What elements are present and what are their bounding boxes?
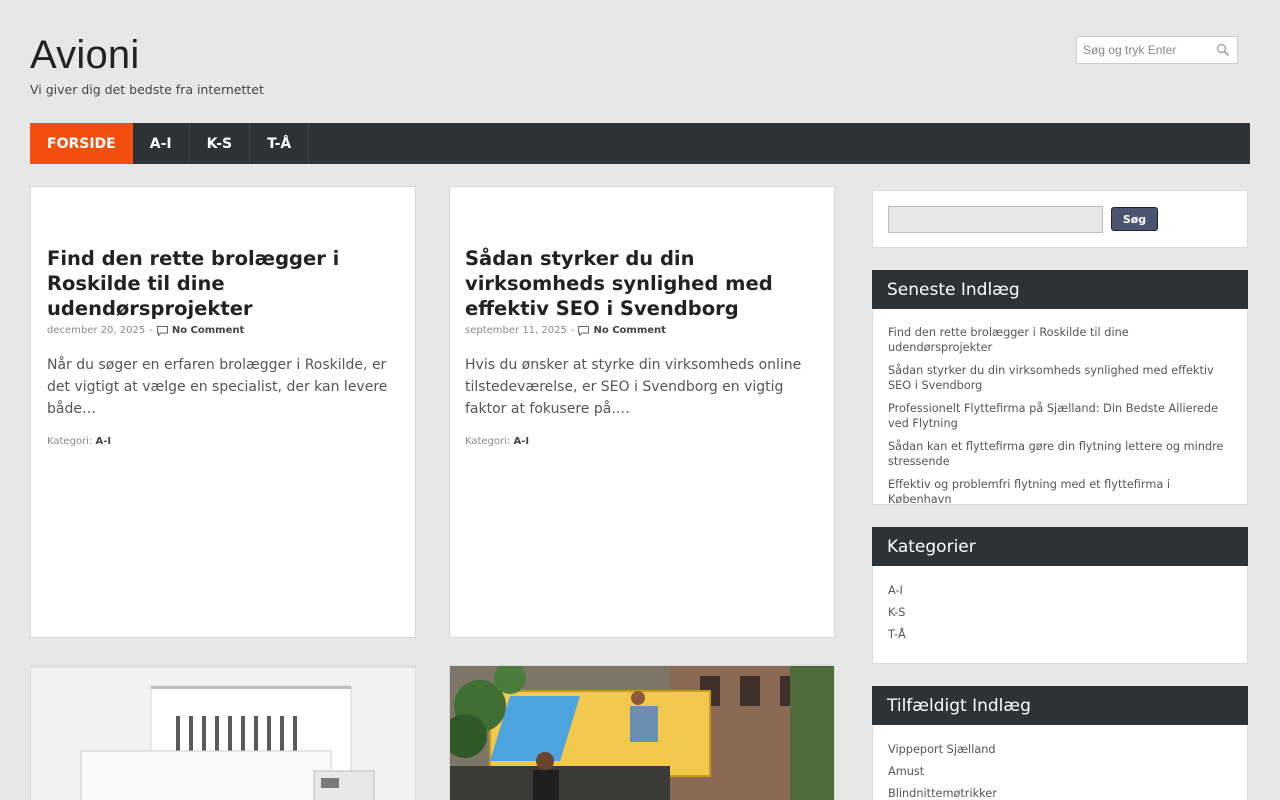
meta-separator: - <box>149 325 153 336</box>
nav-item-a-i[interactable]: A-I <box>133 123 190 164</box>
category-label: Kategori: <box>47 436 93 447</box>
nav-item-forside[interactable]: FORSIDE <box>30 123 133 164</box>
category-link[interactable]: A-I <box>96 436 112 447</box>
comment-icon <box>156 325 168 336</box>
category-link[interactable]: T-Å <box>888 627 1232 642</box>
post-card: Sådan styrker du din virksomheds synligh… <box>449 186 835 638</box>
recent-post-link[interactable]: Sådan styrker du din virksomheds synligh… <box>888 363 1232 393</box>
recent-post-link[interactable]: Effektiv og problemfri flytning med et f… <box>888 477 1232 507</box>
meta-separator: - <box>570 325 575 336</box>
header-search-input[interactable] <box>1077 37 1207 63</box>
post-date: december 20, 2025 <box>47 325 146 336</box>
random-post-link[interactable]: Amust <box>888 764 1232 779</box>
random-post-link[interactable]: Vippeport Sjælland <box>888 742 1232 757</box>
category-link[interactable]: K-S <box>888 605 1232 620</box>
nav-item-t-aa[interactable]: T-Å <box>250 123 310 164</box>
category-label: Kategori: <box>465 436 511 447</box>
header-search <box>1076 36 1238 64</box>
recent-post-link[interactable]: Find den rette brolægger i Roskilde til … <box>888 325 1232 355</box>
random-post-widget: Tilfældigt Indlæg Vippeport Sjælland Amu… <box>872 686 1248 800</box>
recent-post-link[interactable]: Professionelt Flyttefirma på Sjælland: D… <box>888 401 1232 431</box>
sidebar-search-widget: Søg <box>872 190 1248 248</box>
categories-widget: Kategorier A-I K-S T-Å <box>872 527 1248 664</box>
categories-list: A-I K-S T-Å <box>873 566 1247 659</box>
search-icon[interactable] <box>1216 43 1230 57</box>
recent-posts-list: Find den rette brolægger i Roskilde til … <box>873 309 1247 525</box>
sidebar-search-input[interactable] <box>888 206 1103 233</box>
post-meta: september 11, 2025 - No Comment <box>465 325 819 336</box>
categories-title: Kategorier <box>872 527 1248 566</box>
main-nav: FORSIDE A-I K-S T-Å <box>30 123 1250 164</box>
nav-item-k-s[interactable]: K-S <box>190 123 251 164</box>
random-post-link[interactable]: Blindnittemøtrikker <box>888 786 1232 800</box>
post-meta: december 20, 2025 - No Comment <box>47 325 400 336</box>
random-post-title: Tilfældigt Indlæg <box>872 686 1248 725</box>
recent-posts-widget: Seneste Indlæg Find den rette brolægger … <box>872 270 1248 506</box>
sidebar-search-button[interactable]: Søg <box>1111 207 1158 231</box>
category-link[interactable]: A-I <box>888 583 1232 598</box>
post-title[interactable]: Sådan styrker du din virksomheds synligh… <box>465 246 819 321</box>
post-thumbnail-movers[interactable] <box>449 665 835 800</box>
post-title[interactable]: Find den rette brolægger i Roskilde til … <box>47 246 400 321</box>
site-title[interactable]: Avioni <box>30 33 139 78</box>
recent-posts-title: Seneste Indlæg <box>872 270 1248 309</box>
comment-link[interactable]: No Comment <box>172 325 244 336</box>
post-thumbnail-moving-truck[interactable] <box>30 665 416 800</box>
truck-building-image <box>31 666 415 800</box>
post-category: Kategori: A-I <box>465 436 819 447</box>
post-category: Kategori: A-I <box>47 436 400 447</box>
random-post-list: Vippeport Sjælland Amust Blindnittemøtri… <box>873 725 1247 800</box>
post-excerpt: Når du søger en erfaren brolægger i Rosk… <box>47 357 388 417</box>
comment-icon <box>578 325 590 336</box>
post-date: september 11, 2025 <box>465 325 567 336</box>
post-excerpt: Hvis du ønsker at styrke din virksomheds… <box>465 357 802 417</box>
category-link[interactable]: A-I <box>514 436 530 447</box>
recent-post-link[interactable]: Sådan kan et flyttefirma gøre din flytni… <box>888 439 1232 469</box>
comment-link[interactable]: No Comment <box>593 325 665 336</box>
post-card: Find den rette brolægger i Roskilde til … <box>30 186 416 638</box>
movers-image <box>450 666 834 800</box>
site-tagline: Vi giver dig det bedste fra internettet <box>30 82 264 97</box>
